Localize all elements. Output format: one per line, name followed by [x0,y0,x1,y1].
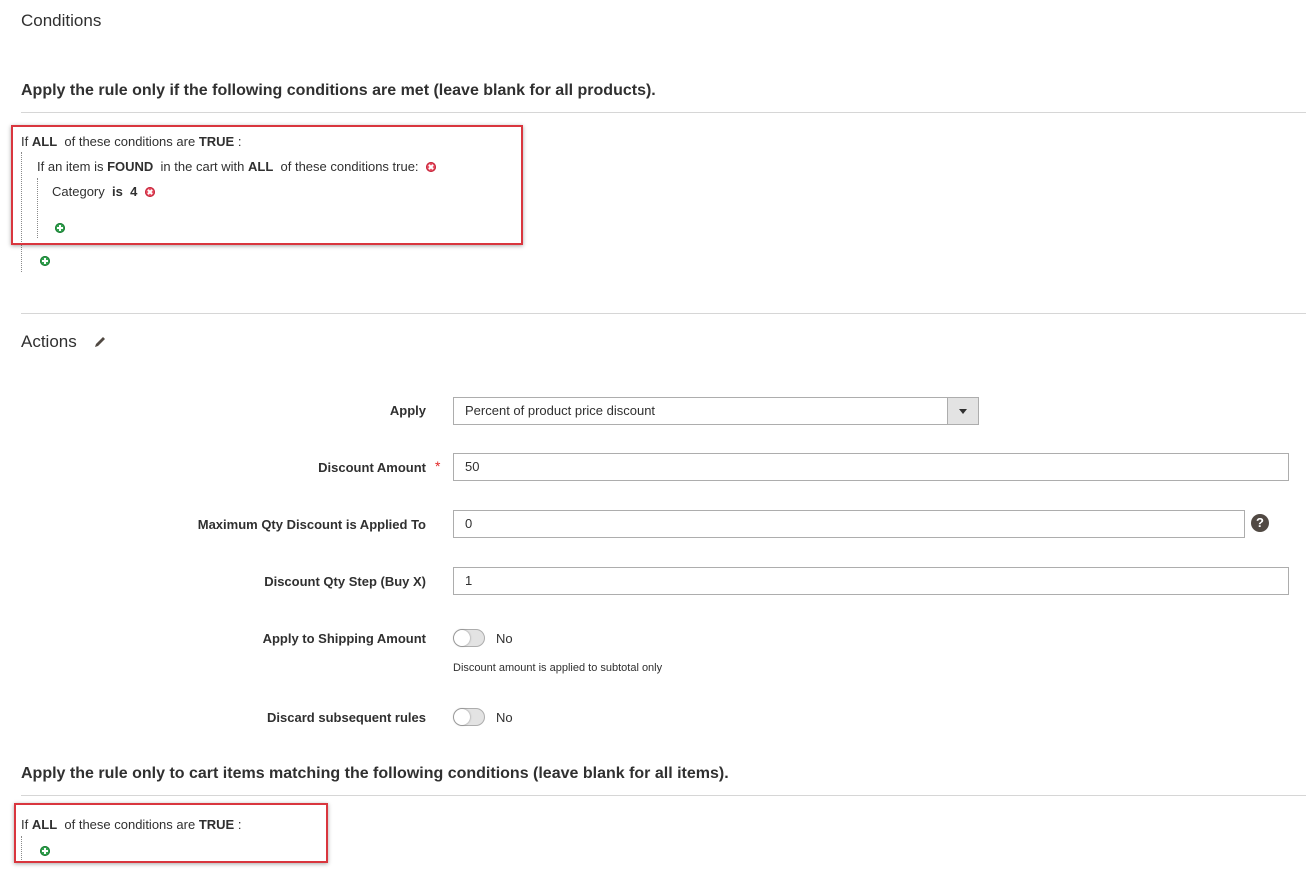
apply-select-value: Percent of product price discount [465,403,656,418]
pencil-icon[interactable] [93,335,107,349]
divider [21,112,1306,113]
apply-shipping-toggle[interactable] [453,629,485,647]
apply-shipping-note: Discount amount is applied to subtotal o… [453,662,663,674]
highlight-box [14,803,328,863]
discard-rules-label: Discard subsequent rules [267,710,426,725]
toggle-knob [454,630,470,646]
toggle-knob [454,709,470,725]
qty-step-label: Discount Qty Step (Buy X) [264,574,426,589]
qty-step-value: 1 [465,573,473,588]
discard-rules-state: No [496,710,513,725]
help-icon[interactable]: ? [1251,514,1269,532]
discount-amount-label: Discount Amount [318,460,426,475]
qty-step-input[interactable]: 1 [453,567,1289,595]
discount-amount-input[interactable]: 50 [453,453,1289,481]
discard-rules-toggle[interactable] [453,708,485,726]
actions-section-title[interactable]: Actions [21,332,77,352]
divider [21,795,1306,796]
conditions-section-title[interactable]: Conditions [21,11,101,31]
chevron-down-icon [947,398,978,424]
apply-select[interactable]: Percent of product price discount [453,397,979,425]
conditions-subheading: Apply the rule only if the following con… [21,82,656,99]
apply-shipping-label: Apply to Shipping Amount [262,631,426,646]
discount-amount-value: 50 [465,459,480,474]
add-condition-icon[interactable] [40,256,50,266]
divider [21,313,1306,314]
items-subheading: Apply the rule only to cart items matchi… [21,765,729,782]
max-qty-value: 0 [465,516,473,531]
apply-label: Apply [389,403,426,418]
required-marker: * [435,458,441,474]
apply-shipping-state: No [496,631,513,646]
max-qty-input[interactable]: 0 [453,510,1245,538]
highlight-box [11,125,523,245]
max-qty-label: Maximum Qty Discount is Applied To [197,517,426,532]
